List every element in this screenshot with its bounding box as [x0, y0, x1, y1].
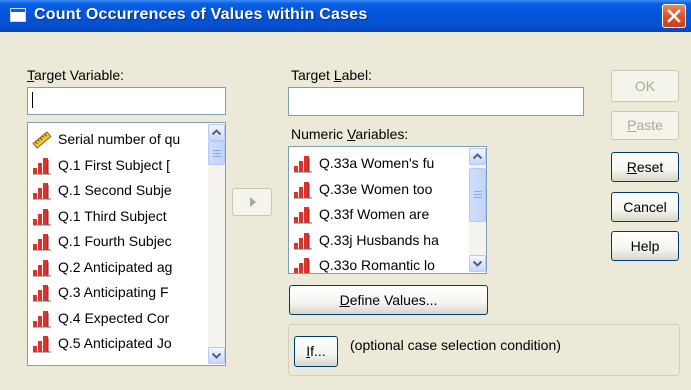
bar-chart-icon — [293, 257, 313, 273]
bar-chart-icon — [293, 232, 313, 250]
list-item-label: Q.5 Anticipated Jo — [58, 335, 172, 351]
list-item-label: Q.1 Third Subject — [58, 207, 167, 224]
list-item-label: Q.33e Women too — [319, 180, 433, 197]
bar-chart-icon — [32, 233, 52, 251]
scroll-down-button[interactable] — [208, 347, 225, 364]
define-values-button[interactable]: Define Values... — [289, 285, 488, 315]
move-to-numeric-variables-button[interactable] — [232, 188, 272, 216]
list-item[interactable]: Q.1 Second Subje — [32, 179, 208, 201]
reset-button[interactable]: Reset — [611, 152, 679, 182]
close-button[interactable] — [662, 4, 686, 28]
numeric-list-scrollbar[interactable] — [469, 148, 486, 272]
close-icon — [667, 9, 681, 23]
list-item-label: Q.2 Anticipated ag — [58, 258, 173, 275]
help-button[interactable]: Help — [611, 231, 679, 261]
source-variable-list[interactable]: Serial number of qu Q.1 First Subject [ Q.… — [27, 122, 226, 366]
list-item-label: Q.4 Expected Cor — [58, 309, 170, 326]
if-button[interactable]: If... — [294, 336, 338, 367]
list-item-label: Serial number of qu — [58, 131, 181, 147]
list-item[interactable]: Q.5 Anticipated Jo — [32, 332, 208, 354]
target-label-input[interactable] — [288, 87, 584, 116]
list-item[interactable]: Q.1 Third Subject — [32, 205, 208, 227]
cancel-button[interactable]: Cancel — [611, 192, 679, 222]
arrow-right-icon — [250, 197, 256, 207]
title-bar[interactable]: Count Occurrences of Values within Cases — [0, 0, 691, 32]
source-list-scrollbar[interactable] — [208, 124, 225, 364]
list-item[interactable]: Q.33a Women's fu — [293, 152, 469, 174]
list-item[interactable]: Q.1 Fourth Subjec — [32, 230, 208, 252]
window-title: Count Occurrences of Values within Cases — [34, 6, 368, 23]
bar-chart-icon — [32, 284, 52, 302]
list-item-label: Q.1 First Subject [ — [58, 156, 171, 173]
numeric-variables-list[interactable]: Q.33a Women's fu Q.33e Women too Q.33f Wom… — [288, 146, 487, 274]
list-item[interactable]: Q.3 Anticipating F — [32, 281, 208, 303]
paste-button[interactable]: Paste — [611, 111, 679, 140]
list-item-label: Q.1 Second Subje — [58, 182, 172, 198]
chevron-up-icon — [472, 153, 483, 160]
list-item[interactable]: Serial number of qu — [32, 128, 208, 150]
target-variable-label: Target Variable: — [27, 67, 125, 83]
ruler-icon — [32, 131, 52, 149]
bar-chart-icon — [32, 182, 52, 200]
chevron-down-icon — [211, 352, 222, 359]
bar-chart-icon — [32, 310, 52, 328]
chevron-up-icon — [211, 129, 222, 136]
list-item[interactable]: Q.33f Women are — [293, 203, 469, 225]
scroll-thumb[interactable] — [208, 141, 225, 165]
bar-chart-icon — [32, 208, 52, 226]
list-item-label: Q.33j Husbands ha — [319, 231, 439, 248]
numeric-variables-label: Numeric Variables: — [291, 126, 409, 142]
bar-chart-icon — [293, 181, 313, 199]
chevron-down-icon — [472, 260, 483, 267]
list-item[interactable]: Q.33o Romantic lo — [293, 254, 469, 273]
list-item[interactable]: Q.33e Women too — [293, 178, 469, 200]
count-occurrences-dialog: Count Occurrences of Values within Cases… — [0, 0, 691, 390]
target-label-label: Target Label: — [291, 67, 372, 83]
bar-chart-icon — [32, 157, 52, 175]
list-item[interactable]: Q.33j Husbands ha — [293, 229, 469, 251]
window-icon — [10, 8, 26, 22]
scroll-up-button[interactable] — [208, 124, 225, 141]
scroll-up-button[interactable] — [469, 148, 486, 165]
ok-button[interactable]: OK — [611, 70, 679, 102]
bar-chart-icon — [293, 206, 313, 224]
text-cursor — [32, 92, 33, 108]
list-item-label: Q.33f Women are — [319, 206, 430, 222]
list-item-label: Q.33o Romantic lo — [319, 257, 435, 273]
list-item[interactable]: Q.1 First Subject [ — [32, 154, 208, 176]
list-item-label: Q.1 Fourth Subjec — [58, 233, 172, 249]
scroll-thumb[interactable] — [469, 168, 486, 222]
case-selection-caption: (optional case selection condition) — [350, 337, 561, 353]
bar-chart-icon — [293, 155, 313, 173]
list-item-label: Q.3 Anticipating F — [58, 284, 169, 300]
bar-chart-icon — [32, 335, 52, 353]
bar-chart-icon — [32, 259, 52, 277]
scroll-down-button[interactable] — [469, 255, 486, 272]
target-variable-input[interactable] — [27, 87, 226, 115]
list-item[interactable]: Q.2 Anticipated ag — [32, 256, 208, 278]
list-item[interactable]: Q.4 Expected Cor — [32, 307, 208, 329]
list-item-label: Q.33a Women's fu — [319, 155, 435, 171]
